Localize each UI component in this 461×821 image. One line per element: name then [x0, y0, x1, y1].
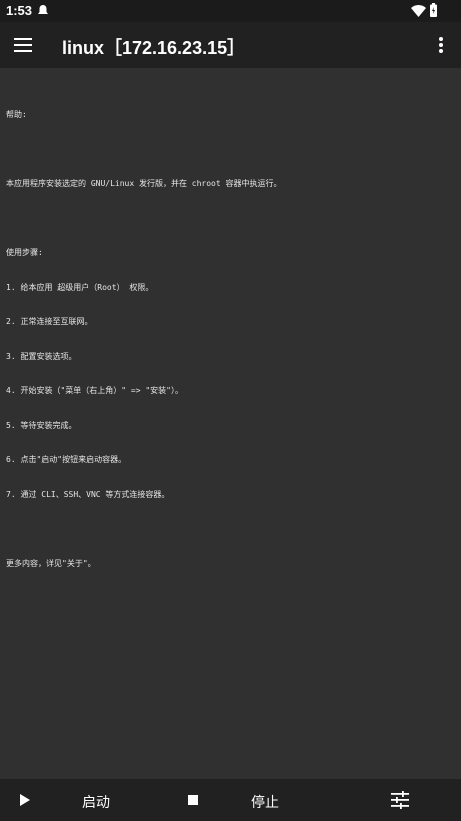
log-output-area[interactable]: 帮助: 本应用程序安装选定的 GNU/Linux 发行版，并在 chroot 容…	[0, 68, 461, 779]
start-button[interactable]: 启动	[0, 779, 160, 821]
step-7: 7. 通过 CLI、SSH、VNC 等方式连接容器。	[6, 489, 170, 499]
step-2: 2. 正常连接至互联网。	[6, 317, 93, 326]
step-1: 1. 给本应用 超级用户（Root） 权限。	[6, 282, 154, 292]
app-bar: linux［172.16.23.15］	[0, 22, 461, 68]
settings-button[interactable]	[380, 779, 420, 821]
step-5: 5. 等待安装完成。	[6, 420, 77, 430]
status-bar: 1:53	[0, 0, 461, 22]
log-text: 帮助: 本应用程序安装选定的 GNU/Linux 发行版，并在 chroot 容…	[6, 86, 456, 592]
start-label: 启动	[82, 794, 110, 810]
stop-icon	[188, 795, 198, 805]
hamburger-menu-icon[interactable]	[14, 37, 34, 53]
tune-icon	[391, 791, 409, 809]
intro-text: 本应用程序安装选定的 GNU/Linux 发行版，并在 chroot 容器中执运…	[6, 179, 282, 188]
stop-button[interactable]: 停止	[170, 779, 310, 821]
step-6: 6. 点击"启动"按钮来启动容器。	[6, 455, 127, 464]
play-icon	[20, 794, 30, 806]
battery-icon	[430, 3, 437, 17]
step-4: 4. 开始安装（"菜单（右上角）" => "安装"）。	[6, 386, 183, 395]
stop-label: 停止	[251, 794, 279, 810]
status-time: 1:53	[6, 3, 33, 18]
more-vert-icon[interactable]	[437, 36, 445, 54]
bottom-bar: 启动 停止	[0, 779, 461, 821]
help-heading: 帮助:	[6, 110, 27, 119]
more-info-text: 更多内容，详见"关于"。	[6, 558, 96, 568]
app-title: linux［172.16.23.15］	[62, 38, 246, 58]
notification-icon	[38, 5, 48, 14]
steps-heading: 使用步骤:	[6, 248, 43, 257]
wifi-icon	[411, 5, 426, 17]
step-3: 3. 配置安装选项。	[6, 351, 77, 361]
